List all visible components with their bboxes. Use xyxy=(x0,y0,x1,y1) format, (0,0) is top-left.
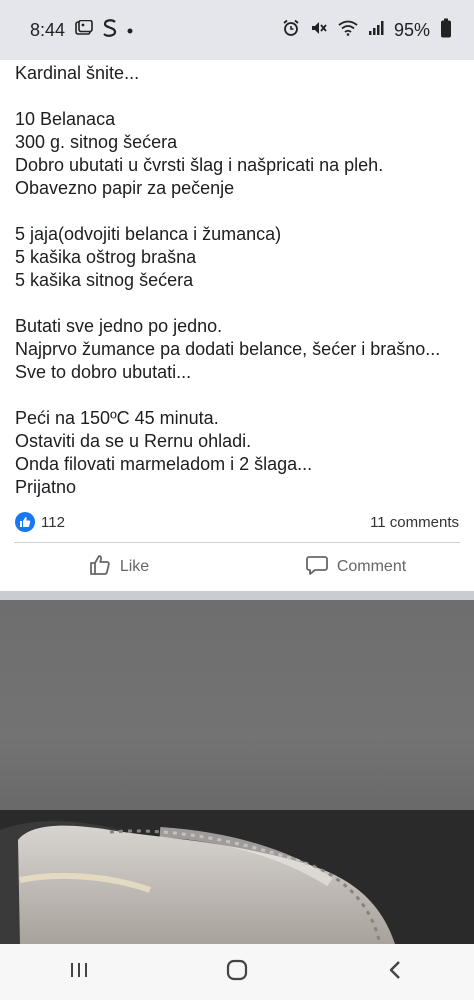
battery-icon xyxy=(440,18,452,42)
comment-label: Comment xyxy=(336,558,407,575)
post-line xyxy=(15,292,459,315)
status-bar-right: 95% xyxy=(282,18,452,42)
status-bar-left: 8:44 xyxy=(30,19,133,41)
post-line: Ostaviti da se u Rernu ohladi. xyxy=(15,431,252,451)
post-line: Sve to dobro ubutati... xyxy=(15,362,192,382)
post-line: Onda filovati marmeladom i 2 šlaga... xyxy=(15,454,313,474)
feed-separator xyxy=(0,591,474,600)
post-photo[interactable] xyxy=(0,600,474,944)
post-line: 5 kašika oštrog brašna xyxy=(15,247,197,267)
recent-apps-button[interactable] xyxy=(49,952,109,992)
post-actions: Like Comment xyxy=(0,543,474,591)
comments-count-link[interactable]: 11 comments xyxy=(370,514,459,531)
comment-button[interactable]: Comment xyxy=(237,553,474,582)
back-button[interactable] xyxy=(365,952,425,992)
post-line: Dobro ubutati u čvrsti šlag i našpricati… xyxy=(15,155,384,175)
s-app-icon xyxy=(103,19,117,41)
home-icon xyxy=(226,959,248,986)
post-line xyxy=(15,85,459,108)
home-button[interactable] xyxy=(207,952,267,992)
wifi-icon xyxy=(338,20,358,40)
post-line: 10 Belanaca xyxy=(15,109,116,129)
post-line: 5 kašika sitnog šećera xyxy=(15,270,194,290)
post-line: Peći na 150ºC 45 minuta. xyxy=(15,408,219,428)
reactions-summary[interactable]: 112 xyxy=(15,512,65,532)
post-line: Butati sve jedno po jedno. xyxy=(15,316,223,336)
post-line xyxy=(15,200,459,223)
gallery-icon xyxy=(75,19,93,40)
status-bar: 8:44 95% xyxy=(0,0,474,60)
like-label: Like xyxy=(119,558,150,575)
post-line: 5 jaja(odvojiti belanca i žumanca) xyxy=(15,224,282,244)
alarm-icon xyxy=(282,19,300,41)
mute-icon xyxy=(310,19,328,41)
post-line: Najprvo žumance pa dodati belance, šećer… xyxy=(15,339,441,359)
post-line xyxy=(15,384,459,407)
reactions-bar: 112 11 comments xyxy=(15,510,459,534)
post-line: 300 g. sitnog šećera xyxy=(15,132,178,152)
comment-icon xyxy=(305,553,329,582)
dot-icon xyxy=(127,22,133,38)
post-line: Kardinal šnite... xyxy=(15,63,140,83)
back-chevron-icon xyxy=(387,960,403,985)
reactions-count: 112 xyxy=(41,513,65,531)
like-button[interactable]: Like xyxy=(0,553,237,582)
android-nav-bar xyxy=(0,944,474,1000)
recent-apps-icon xyxy=(69,961,89,984)
post-line: Prijatno xyxy=(15,477,77,497)
post-line: Obavezno papir za pečenje xyxy=(15,178,235,198)
like-reaction-icon xyxy=(15,512,35,532)
clock: 8:44 xyxy=(30,19,66,40)
cake-image xyxy=(0,821,395,944)
post-text: Kardinal šnite... 10 Belanaca 300 g. sit… xyxy=(0,60,474,499)
post: Kardinal šnite... 10 Belanaca 300 g. sit… xyxy=(0,60,474,499)
thumbs-up-icon xyxy=(88,553,112,582)
battery-percent: 95% xyxy=(393,19,430,40)
signal-icon xyxy=(368,20,384,40)
